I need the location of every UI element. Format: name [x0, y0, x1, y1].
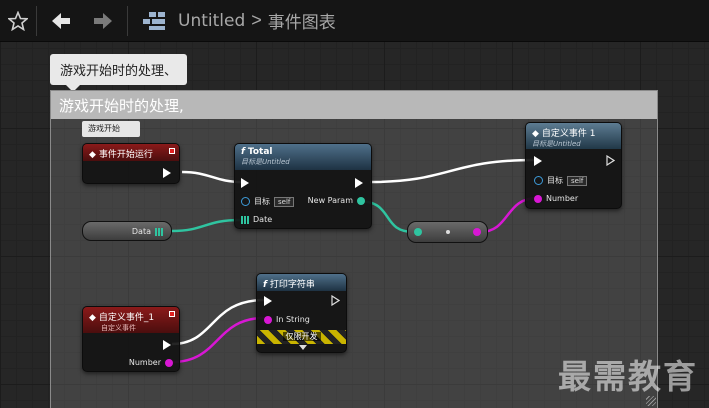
expand-arrow-icon[interactable]	[299, 345, 307, 350]
watermark-logo: 最需教育	[558, 357, 698, 396]
self-chip: self	[274, 196, 295, 207]
target-pin[interactable]: 目标 self	[241, 196, 295, 207]
struct-grid-pin-icon[interactable]	[155, 227, 163, 236]
node-target-text: 目标是Untitled	[532, 140, 581, 148]
custom-event-1-definition-node[interactable]: ◆ 自定义事件_1 自定义事件 Number	[82, 306, 180, 372]
int-pin-icon[interactable]	[534, 194, 542, 203]
exec-in-pin[interactable]	[534, 156, 542, 166]
int-pin-icon[interactable]	[473, 228, 481, 236]
node-title: 打印字符串	[269, 280, 315, 290]
in-string-pin[interactable]: In String	[264, 315, 310, 324]
node-header: f 打印字符串	[257, 274, 346, 291]
date-pin[interactable]: Date	[241, 215, 272, 224]
int-pin-icon[interactable]	[165, 358, 173, 367]
number-label: Number	[128, 358, 161, 367]
forward-arrow-icon[interactable]	[89, 7, 117, 35]
node-header: ◆ 自定义事件_1 自定义事件	[83, 307, 179, 333]
event-diamond-icon: ◆	[89, 313, 96, 323]
star-icon[interactable]	[4, 7, 32, 35]
object-ring-pin-icon[interactable]	[241, 197, 250, 206]
breadcrumb-graph[interactable]: 事件图表	[268, 8, 336, 33]
object-ring-pin-icon[interactable]	[534, 176, 543, 185]
custom-event-1-call-node[interactable]: ◆ 自定义事件 1 目标是Untitled 目标 self Number	[525, 122, 622, 209]
node-title: Total	[247, 147, 273, 157]
node-title: 事件开始运行	[98, 150, 153, 160]
data-label: Data	[131, 227, 151, 236]
exec-in-pin[interactable]	[264, 296, 272, 306]
back-arrow-icon[interactable]	[47, 7, 75, 35]
comment-title[interactable]: 游戏开始时的处理,	[51, 91, 657, 119]
node-header: f Total 目标是Untitled	[235, 144, 371, 170]
target-pin[interactable]: 目标 self	[534, 175, 588, 186]
in-string-label: In String	[276, 315, 310, 324]
new-param-pin[interactable]: New Param	[308, 196, 365, 205]
target-label: 目标	[547, 176, 563, 185]
struct-pin-icon[interactable]	[414, 228, 422, 236]
struct-pin-icon[interactable]	[357, 196, 365, 205]
breadcrumb-separator-icon: >	[251, 10, 262, 30]
toolbar: Untitled > 事件图表	[0, 0, 709, 42]
dev-only-label: 仅限开发	[282, 332, 321, 341]
exec-in-pin[interactable]	[241, 178, 249, 188]
target-label: 目标	[254, 197, 270, 206]
event-diamond-icon: ◆	[532, 129, 539, 139]
conversion-dot-icon	[446, 230, 450, 234]
self-chip: self	[567, 175, 588, 186]
number-label: Number	[546, 194, 579, 203]
function-icon: f	[241, 147, 245, 157]
total-function-node[interactable]: f Total 目标是Untitled 目标 self New Param Dat…	[234, 143, 372, 229]
exec-hollow-icon	[606, 155, 615, 166]
new-param-label: New Param	[307, 196, 353, 205]
data-variable-node[interactable]: Data	[82, 221, 172, 241]
comment-bubble: 游戏开始时的处理、	[50, 54, 188, 92]
conversion-node[interactable]	[407, 221, 488, 243]
exec-out-pin[interactable]	[163, 168, 171, 178]
event-begin-play-node[interactable]: ◆ 事件开始运行	[82, 143, 180, 184]
toolbar-divider	[36, 5, 37, 36]
number-pin[interactable]: Number	[129, 358, 173, 367]
string-pin-icon[interactable]	[264, 315, 272, 324]
event-diamond-icon: ◆	[89, 150, 96, 160]
exec-out-pin[interactable]	[163, 340, 171, 350]
node-target-text: 目标是Untitled	[241, 158, 290, 166]
delegate-pin-icon[interactable]	[169, 148, 175, 154]
node-header: ◆ 事件开始运行	[83, 144, 179, 161]
date-label: Date	[253, 215, 273, 224]
exec-hollow-icon	[331, 295, 340, 306]
node-title: 自定义事件_1	[98, 313, 155, 323]
delegate-pin-icon[interactable]	[169, 311, 175, 317]
node-header: ◆ 自定义事件 1 目标是Untitled	[526, 123, 621, 149]
node-title: 自定义事件 1	[541, 129, 596, 139]
node-comment-bubble: 游戏开始	[82, 121, 140, 137]
exec-out-pin[interactable]	[331, 295, 340, 306]
development-only-banner: 仅限开发	[257, 330, 346, 344]
toolbar-divider	[127, 5, 128, 36]
function-icon: f	[263, 280, 267, 290]
node-subtitle: 自定义事件	[101, 324, 136, 332]
print-string-node[interactable]: f 打印字符串 In String 仅限开发	[256, 273, 347, 353]
exec-out-pin[interactable]	[606, 155, 615, 166]
struct-grid-pin-icon[interactable]	[241, 215, 249, 224]
exec-out-pin[interactable]	[355, 178, 363, 188]
blueprint-graph-icon	[140, 7, 168, 35]
breadcrumb-blueprint[interactable]: Untitled	[178, 11, 245, 31]
number-pin[interactable]: Number	[534, 194, 578, 203]
